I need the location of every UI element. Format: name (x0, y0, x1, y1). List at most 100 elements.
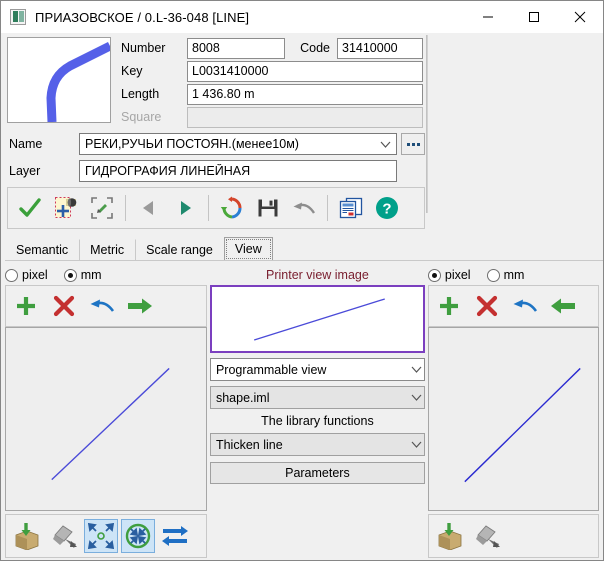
river-curve-thumbnail (7, 37, 111, 123)
left-unit-mm-label: mm (80, 268, 102, 282)
library-function-value: Thicken line (215, 437, 283, 452)
name-combo[interactable]: РЕКИ,РУЧЬИ ПОСТОЯН.(менее10м) (79, 133, 397, 155)
right-unit-mm[interactable]: mm (486, 268, 525, 282)
layer-label: Layer (9, 164, 41, 178)
left-view-panel: pixel mm (5, 265, 207, 558)
length-row: Length 1 436.80 m (119, 83, 597, 105)
view-tab-content: pixel mm Printer view image Programmable… (1, 261, 603, 560)
add-object-icon[interactable] (48, 190, 84, 226)
window-title: ПРИАЗОВСКОЕ / 0.L-36-048 [LINE] (35, 9, 250, 25)
maximize-button[interactable] (511, 1, 557, 33)
right-view-preview[interactable] (427, 327, 599, 511)
close-button[interactable] (557, 1, 603, 33)
left-unit-mm[interactable]: mm (63, 268, 102, 282)
refresh-icon[interactable] (214, 190, 250, 226)
name-label: Name (9, 137, 43, 151)
length-field[interactable]: 1 436.80 m (187, 83, 423, 105)
swap-arrows-icon[interactable] (158, 519, 192, 553)
svg-text:?: ? (382, 201, 391, 218)
code-field[interactable]: 31410000 (337, 37, 423, 59)
tab-metric[interactable]: Metric (79, 239, 135, 261)
view-type-value: Programmable view (215, 362, 327, 377)
undo-arrow-icon[interactable] (88, 292, 116, 320)
layer-row: Layer ГИДРОГРАФИЯ ЛИНЕЙНАЯ (1, 159, 603, 183)
library-functions-label: The library functions (261, 414, 374, 428)
save-icon[interactable] (250, 190, 286, 226)
delete-icon[interactable] (50, 292, 78, 320)
object-info-area: Number 8008 Code 31410000 Key L003141000… (1, 33, 603, 229)
layer-value: ГИДРОГРАФИЯ ЛИНЕЙНАЯ (85, 164, 251, 178)
zoom-in-icon[interactable] (121, 519, 155, 553)
add-icon[interactable] (435, 292, 463, 320)
report-icon[interactable] (333, 190, 369, 226)
undo-arrow-icon[interactable] (511, 292, 539, 320)
tab-view[interactable]: View (223, 237, 273, 261)
printer-view-panel: Printer view image Programmable view sha… (209, 265, 425, 558)
title-bar: ПРИАЗОВСКОЕ / 0.L-36-048 [LINE] (1, 1, 603, 33)
map-object-icon (10, 9, 26, 25)
printer-view-preview[interactable] (209, 285, 425, 353)
tab-semantic[interactable]: Semantic (5, 239, 79, 261)
radio-dot-icon (486, 268, 500, 282)
left-actions-toolbar (5, 285, 207, 327)
copy-left-arrow-icon[interactable] (549, 292, 577, 320)
chevron-down-icon (411, 394, 422, 401)
radio-dot-icon (5, 268, 18, 282)
import-box-icon[interactable] (10, 519, 44, 553)
previous-arrow-icon[interactable] (131, 190, 167, 226)
tab-scale-range[interactable]: Scale range (135, 239, 224, 261)
parameters-button[interactable]: Parameters (209, 462, 425, 484)
key-field[interactable]: L0031410000 (187, 60, 423, 82)
view-type-combo[interactable]: Programmable view (209, 358, 425, 381)
library-file-combo[interactable]: shape.iml (209, 386, 425, 409)
square-row: Square (119, 106, 597, 128)
name-value: РЕКИ,РУЧЬИ ПОСТОЯН.(менее10м) (85, 137, 299, 151)
field-list: Number 8008 Code 31410000 Key L003141000… (119, 37, 597, 129)
key-row: Key L0031410000 (119, 60, 597, 82)
chevron-down-icon (411, 441, 422, 448)
center-title-row: Printer view image (210, 265, 425, 285)
layer-field[interactable]: ГИДРОГРАФИЯ ЛИНЕЙНАЯ (79, 160, 397, 182)
name-row: Name РЕКИ,РУЧЬИ ПОСТОЯН.(менее10м) (1, 132, 603, 156)
radio-dot-icon (63, 268, 77, 282)
length-label: Length (121, 87, 160, 101)
add-icon[interactable] (12, 292, 40, 320)
right-actions-toolbar (427, 285, 599, 327)
undo-icon[interactable] (286, 190, 322, 226)
left-unit-pixel[interactable]: pixel (5, 268, 48, 282)
radio-dot-icon (427, 268, 441, 282)
apply-check-icon[interactable] (12, 190, 48, 226)
delete-icon[interactable] (473, 292, 501, 320)
right-view-panel: pixel mm (427, 265, 599, 558)
tab-strip: Semantic Metric Scale range View (5, 235, 603, 261)
key-label: Key (121, 64, 143, 78)
name-browse-button[interactable] (401, 133, 425, 155)
object-editor-window: ПРИАЗОВСКОЕ / 0.L-36-048 [LINE] Number 8… (0, 0, 604, 561)
left-unit-pixel-label: pixel (22, 268, 48, 282)
fit-to-view-icon[interactable] (84, 190, 120, 226)
eyedropper-icon[interactable] (470, 519, 504, 553)
zoom-out-icon[interactable] (84, 519, 118, 553)
help-icon[interactable]: ? (369, 190, 405, 226)
printer-view-title: Printer view image (266, 268, 369, 282)
minimize-button[interactable] (465, 1, 511, 33)
code-label: Code (300, 41, 330, 55)
square-label: Square (121, 110, 162, 124)
right-unit-mm-label: mm (503, 268, 525, 282)
number-label: Number (121, 41, 166, 55)
library-function-combo[interactable]: Thicken line (209, 433, 425, 456)
next-arrow-icon[interactable] (167, 190, 203, 226)
import-box-icon[interactable] (433, 519, 467, 553)
eyedropper-icon[interactable] (47, 519, 81, 553)
number-row: Number 8008 Code 31410000 (119, 37, 597, 59)
chevron-down-icon (411, 366, 422, 373)
copy-right-arrow-icon[interactable] (126, 292, 154, 320)
main-toolbar: ? (7, 187, 425, 229)
square-field (187, 106, 423, 128)
vertical-divider (426, 35, 428, 213)
number-field[interactable]: 8008 (187, 37, 285, 59)
chevron-down-icon (377, 141, 394, 148)
left-view-preview[interactable] (5, 327, 207, 511)
right-unit-pixel[interactable]: pixel (427, 268, 471, 282)
left-bottom-toolbar (5, 514, 207, 558)
